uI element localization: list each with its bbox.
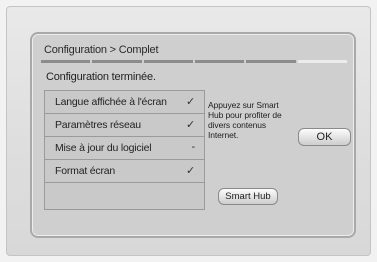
dialog-title: Configuration > Complet — [44, 44, 159, 56]
step-item-empty — [45, 183, 204, 206]
progress-segment — [41, 60, 91, 63]
setup-steps-list: Langue affichée à l'écran ✓ Paramètres r… — [44, 90, 205, 210]
step-item-software-update: Mise à jour du logiciel - — [45, 137, 204, 160]
setup-complete-dialog: Configuration > Complet Configuration te… — [30, 32, 356, 238]
checkmark-icon: ✓ — [185, 96, 195, 108]
progress-segment — [92, 60, 142, 63]
progress-segment — [194, 60, 245, 63]
step-label: Langue affichée à l'écran — [55, 96, 167, 108]
step-item-network: Paramètres réseau ✓ — [45, 114, 204, 137]
smart-hub-button[interactable]: Smart Hub — [218, 188, 278, 205]
step-status-dash: - — [191, 141, 196, 153]
completion-message: Configuration terminée. — [46, 71, 156, 83]
step-item-language: Langue affichée à l'écran ✓ — [45, 91, 204, 114]
checkmark-icon: ✓ — [185, 119, 195, 131]
step-label: Format écran — [55, 165, 116, 177]
progress-segment — [246, 60, 296, 63]
ok-button[interactable]: OK — [298, 128, 351, 146]
progress-segment-current — [297, 60, 347, 63]
step-label: Mise à jour du logiciel — [55, 142, 152, 154]
checkmark-icon: ✓ — [185, 165, 195, 177]
setup-progress-bar — [41, 60, 347, 63]
step-item-screen-format: Format écran ✓ — [45, 160, 204, 183]
smart-hub-info-text: Appuyez sur Smart Hub pour profiter de d… — [208, 100, 282, 140]
progress-segment — [143, 60, 193, 63]
step-label: Paramètres réseau — [55, 119, 141, 131]
